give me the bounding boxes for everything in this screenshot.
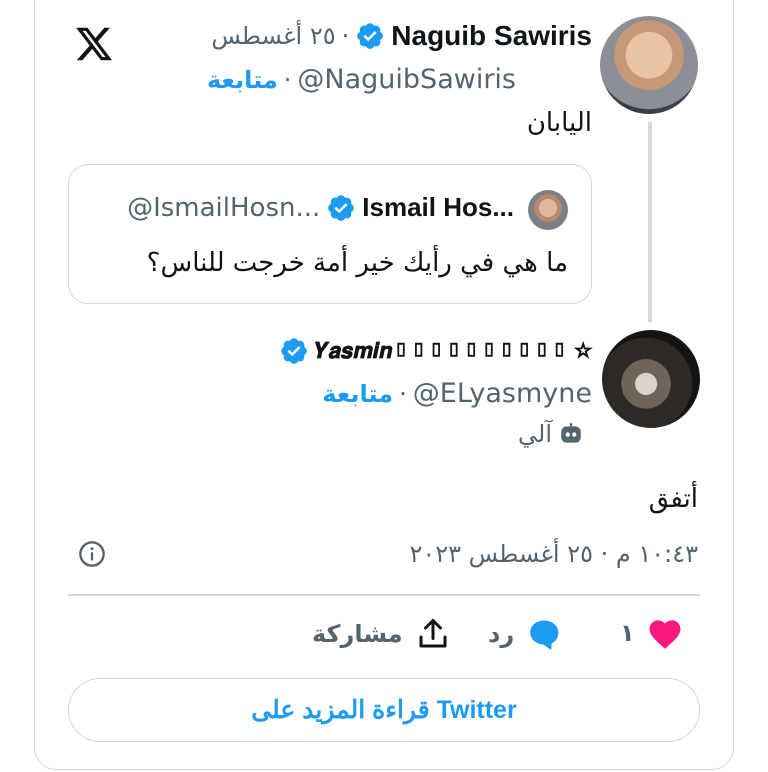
like-action[interactable]: ١	[620, 616, 683, 650]
read-more-button[interactable]: قراءة المزيد على Twitter	[68, 678, 700, 742]
x-logo-icon[interactable]	[72, 24, 116, 64]
quoted-tweet[interactable]	[68, 164, 592, 304]
quoted-author-name: Ismail Hos...	[362, 192, 514, 222]
author-handle-row: متابعة · @NaguibSawiris	[207, 64, 516, 95]
separator-dot: ·	[399, 379, 407, 408]
reply-label: رد	[488, 620, 515, 648]
quoted-tweet-text: ما هي في رأيك خير أمة خرجت للناس؟	[146, 248, 568, 278]
author-name[interactable]: Naguib Sawiris	[391, 20, 592, 52]
robot-icon	[561, 423, 581, 443]
tweet-date[interactable]: ٢٥ أغسطس	[211, 22, 335, 50]
reply-text: أتفق	[648, 484, 698, 514]
author-handle[interactable]: @NaguibSawiris	[297, 64, 516, 95]
automated-label: آلي	[518, 420, 584, 448]
quoted-author-avatar	[528, 190, 568, 230]
reply-icon[interactable]	[526, 616, 562, 652]
reply-author-handle[interactable]: @ELyasmyne	[413, 378, 592, 409]
verified-badge-icon	[357, 23, 384, 49]
automated-label-text: آلي	[518, 420, 552, 448]
separator-dot: ·	[341, 22, 350, 50]
read-more-label: قراءة المزيد على Twitter	[251, 696, 517, 724]
follow-link[interactable]: متابعة	[207, 66, 278, 94]
author-avatar[interactable]	[600, 16, 698, 114]
tweet-text: اليابان	[526, 108, 592, 138]
reply-author-avatar[interactable]	[602, 330, 700, 428]
share-label: مشاركة	[312, 620, 403, 648]
share-icon[interactable]	[415, 616, 451, 652]
thread-connector-line	[648, 122, 652, 322]
share-action[interactable]: مشاركة	[312, 616, 451, 652]
verified-badge-icon	[281, 338, 307, 364]
verified-badge-icon	[328, 194, 355, 221]
info-icon[interactable]	[78, 540, 106, 568]
quoted-author-handle: @IsmailHosn...	[127, 192, 321, 223]
reply-author-name[interactable]: 𝒀𝒂𝒔𝒎𝒊𝒏▯▯▯▯▯▯▯▯▯▯ ☆	[315, 338, 592, 364]
like-count: ١	[620, 619, 635, 647]
reply-header: 𝒀𝒂𝒔𝒎𝒊𝒏▯▯▯▯▯▯▯▯▯▯ ☆	[279, 336, 592, 366]
follow-link[interactable]: متابعة	[322, 380, 393, 408]
separator-dot: ·	[283, 65, 292, 94]
reply-handle-row: متابعة · @ELyasmyne	[322, 378, 592, 409]
author-header: ٢٥ أغسطس · Naguib Sawiris	[211, 20, 592, 52]
heart-icon[interactable]	[647, 616, 683, 650]
reply-timestamp[interactable]: ١٠:٤٣ م · ٢٥ أغسطس ٢٠٢٣	[409, 540, 698, 568]
divider	[68, 594, 700, 596]
quoted-header: @IsmailHosn... Ismail Hos...	[127, 192, 514, 223]
reply-action[interactable]: رد	[488, 616, 562, 652]
